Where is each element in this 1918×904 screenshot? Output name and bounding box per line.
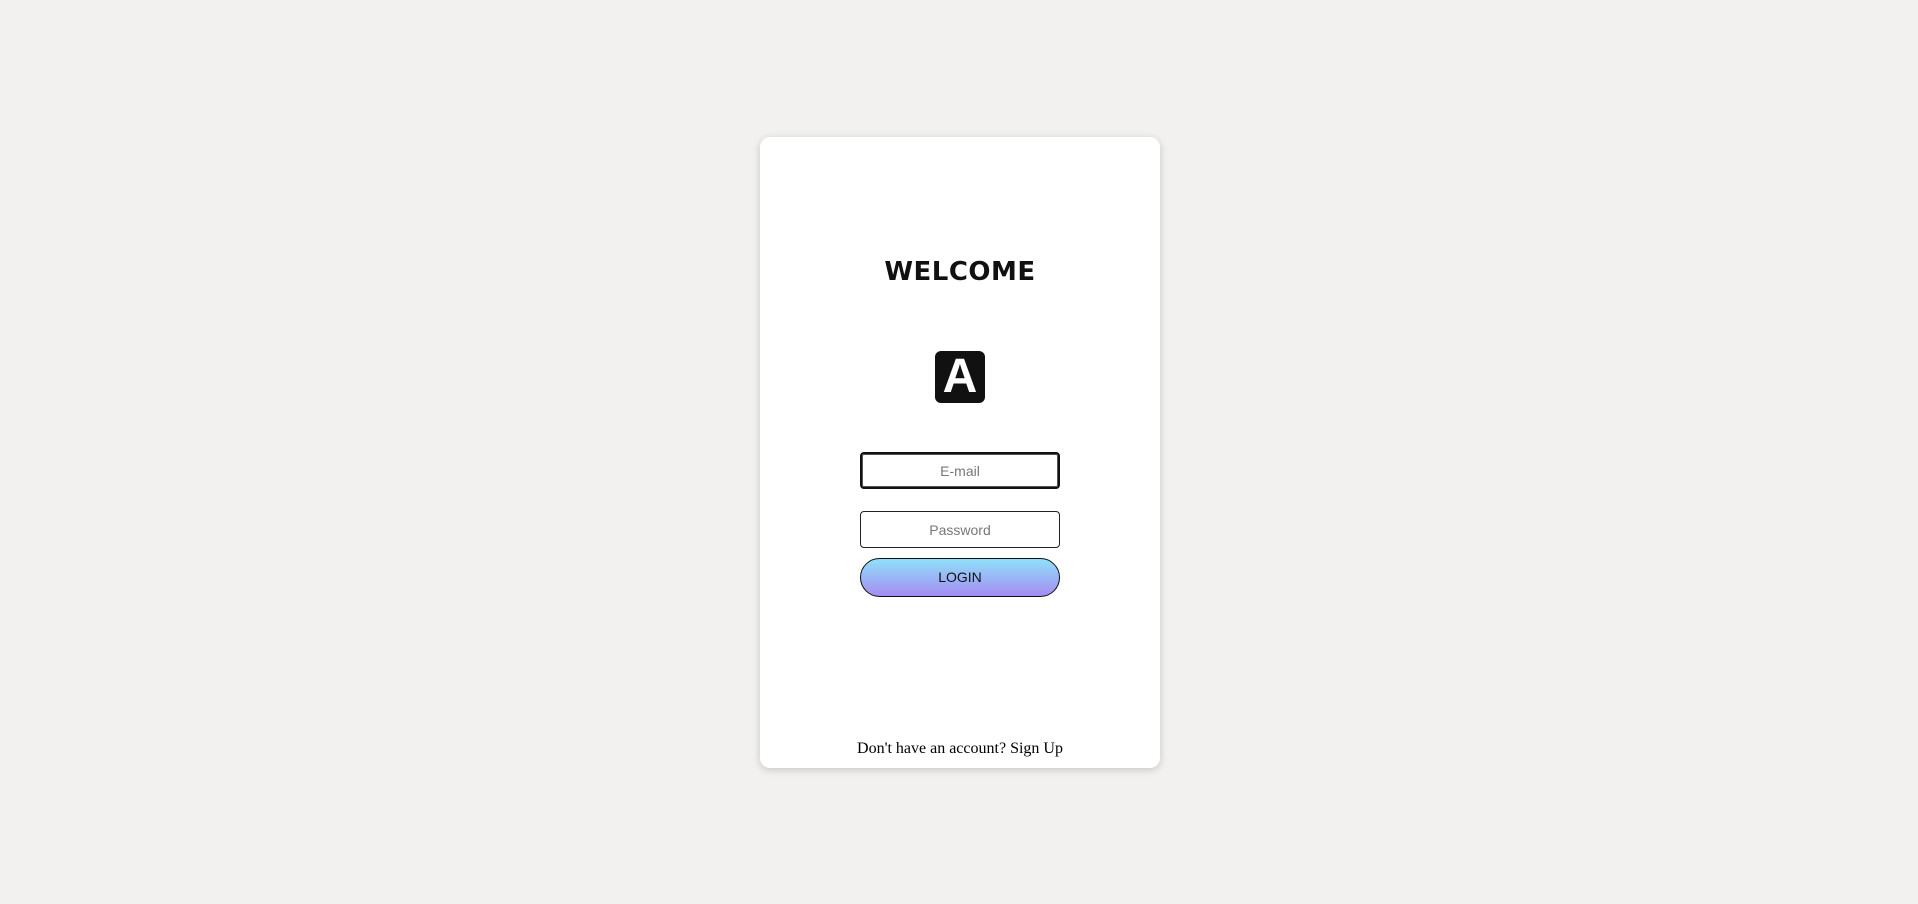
password-input[interactable] <box>860 511 1060 548</box>
sign-up-link[interactable]: Sign Up <box>1010 740 1063 757</box>
login-button[interactable]: LOGIN <box>860 558 1060 597</box>
welcome-title: WELCOME <box>884 257 1036 287</box>
email-input[interactable] <box>860 452 1060 489</box>
signup-text: Don't have an account? Sign Up <box>760 740 1160 758</box>
login-page: WELCOME A LOGIN Don't have an account? S… <box>0 0 1918 904</box>
signup-prompt: Don't have an account? <box>857 740 1007 757</box>
login-card: WELCOME A LOGIN Don't have an account? S… <box>760 137 1160 768</box>
logo-icon: A <box>935 351 985 403</box>
